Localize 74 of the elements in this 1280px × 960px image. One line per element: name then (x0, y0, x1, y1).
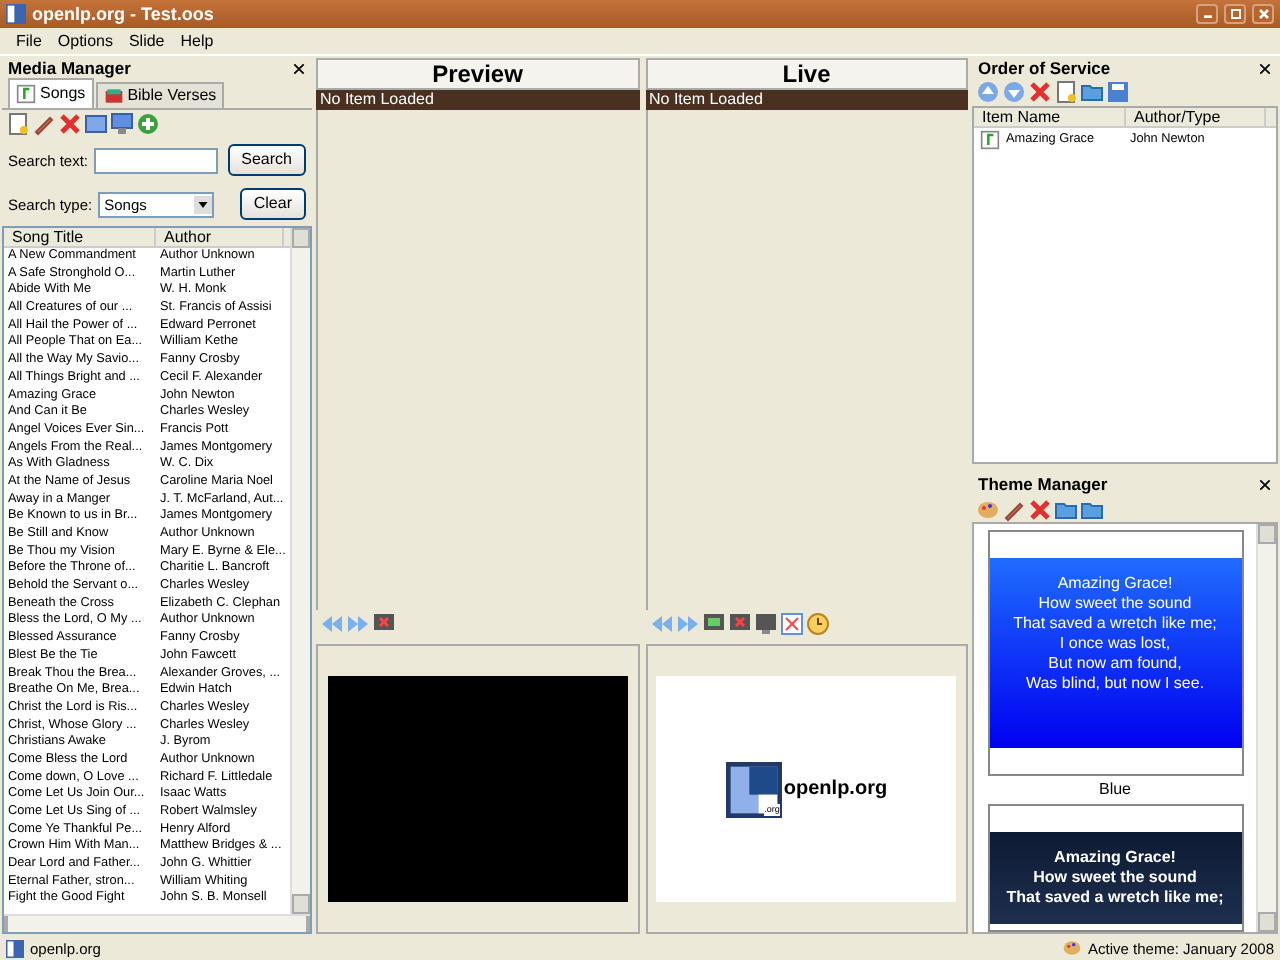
close-button[interactable] (1252, 4, 1274, 24)
tab-label: Bible Verses (127, 86, 217, 106)
folder-icon[interactable] (1080, 80, 1104, 105)
clear-button[interactable]: Clear (239, 188, 306, 220)
slide-text-line: I once was lost, (1057, 634, 1173, 655)
minimize-button[interactable] (1196, 4, 1218, 24)
close-icon (1255, 6, 1271, 22)
export-icon[interactable] (1080, 497, 1104, 522)
menu-item[interactable]: Help (180, 31, 214, 51)
monitor-icon[interactable] (753, 612, 777, 636)
delete-icon[interactable] (1028, 497, 1052, 522)
close-icon[interactable] (1258, 61, 1272, 76)
theme-thumbnail[interactable]: Amazing Grace! How sweet the sound That saved a wretch like me; I once was lost, But now am found, Was blind, but now I see. (987, 530, 1243, 777)
palette-icon[interactable] (976, 497, 1000, 522)
edit-icon[interactable] (1002, 497, 1026, 522)
column-header[interactable]: Song Title (4, 228, 156, 246)
palette-icon (1062, 938, 1083, 958)
status-bar: No Item Loaded (645, 90, 968, 110)
panel-title: Live (645, 58, 968, 90)
app-icon (6, 4, 26, 24)
slide-text-line: Was blind, but now I see. (1023, 674, 1207, 695)
menu-item[interactable]: Options (57, 31, 113, 51)
logo-text: openlp.org (783, 777, 888, 801)
show-image-icon[interactable] (701, 612, 725, 636)
monitor-icon[interactable] (110, 112, 134, 136)
restore-button[interactable] (1224, 4, 1246, 24)
search-field[interactable] (94, 147, 219, 173)
app-icon (6, 939, 24, 957)
slide-text-line: But now am found, (1046, 654, 1184, 675)
edit-icon[interactable] (32, 112, 56, 136)
delete-icon[interactable] (1028, 80, 1052, 105)
slide-text-line: How sweet the sound (1036, 594, 1194, 615)
save-icon[interactable] (1106, 80, 1130, 105)
column-header[interactable]: Item Name (974, 108, 1126, 127)
theme-thumbnail[interactable]: Amazing Grace! How sweet the sound That saved a wretch like me; (987, 804, 1243, 932)
slide-text-line: Amazing Grace! (1052, 848, 1178, 868)
blank-screen-icon[interactable] (727, 612, 751, 636)
panel-title: Preview (316, 58, 639, 90)
close-icon[interactable] (1258, 478, 1272, 493)
search-button[interactable]: Search (227, 144, 306, 176)
blank-screen-icon[interactable] (372, 612, 396, 636)
status-bar: No Item Loaded (316, 90, 639, 110)
restore-icon (1227, 6, 1243, 22)
scrollbar[interactable] (1256, 524, 1276, 932)
tab[interactable]: Bible Verses (95, 82, 225, 108)
slide-text-line: That saved a wretch like me; (1011, 614, 1219, 635)
add-icon[interactable] (136, 112, 160, 136)
panel-title: Order of Service (978, 58, 1111, 79)
logo-squares-icon (725, 761, 782, 817)
theme-name: Blue (1098, 780, 1131, 800)
panel-title: Theme Manager (978, 474, 1108, 496)
window-title: openlp.org - Test.oos (32, 3, 214, 25)
panel-title: Media Manager (8, 58, 131, 80)
close-window-icon[interactable] (779, 612, 803, 636)
new-icon[interactable] (6, 112, 30, 136)
import-icon[interactable] (1054, 497, 1078, 522)
menu-item[interactable]: File (16, 31, 42, 51)
slide-text-line: Amazing Grace! (1055, 574, 1175, 595)
move-up-icon[interactable] (976, 80, 1000, 105)
scrollbar[interactable] (290, 228, 310, 914)
menu-item[interactable]: Slide (128, 31, 165, 51)
preview-icon[interactable] (84, 112, 108, 136)
tab-label: Songs (40, 84, 86, 104)
close-icon[interactable] (292, 62, 306, 76)
new-icon[interactable] (1054, 80, 1078, 105)
column-header[interactable]: Author (156, 228, 284, 246)
move-down-icon[interactable] (1002, 80, 1026, 105)
tab[interactable]: Songs (8, 78, 94, 108)
delete-icon[interactable] (58, 112, 82, 136)
scrollbar[interactable] (4, 914, 310, 932)
slide-text-line: That saved a wretch like me; (1004, 888, 1226, 908)
slide-text-line: How sweet the sound (1031, 868, 1199, 888)
clock-icon[interactable] (805, 612, 829, 636)
column-header[interactable]: Author/Type (1126, 108, 1266, 127)
